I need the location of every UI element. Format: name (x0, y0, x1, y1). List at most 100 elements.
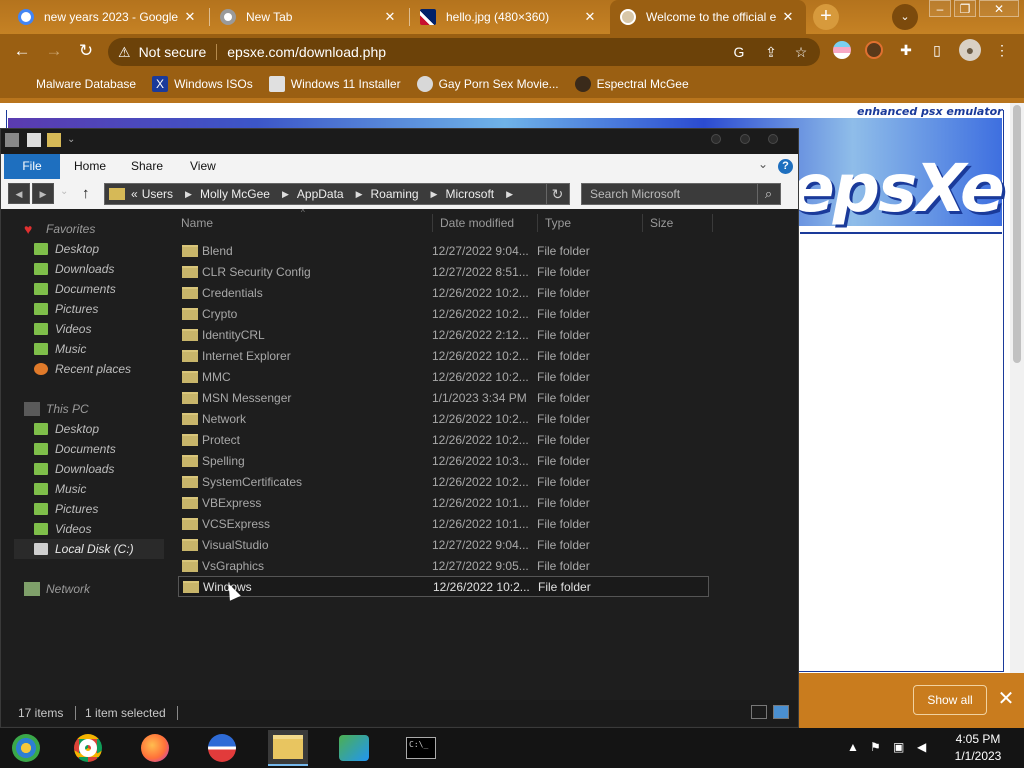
close-download-bar-button[interactable]: ✕ (997, 688, 1015, 710)
profile-avatar-icon[interactable]: ● (959, 39, 981, 61)
column-divider[interactable] (642, 214, 643, 232)
nav-favorites-documents[interactable]: Documents (34, 279, 116, 299)
window-icon[interactable] (5, 133, 19, 147)
file-row-msn-messenger[interactable]: MSN Messenger 1/1/2023 3:34 PM File folder (178, 387, 709, 408)
new-tab-button[interactable]: + (813, 4, 839, 30)
nav-favorites-desktop[interactable]: Desktop (34, 239, 99, 259)
file-row-internet-explorer[interactable]: Internet Explorer 12/26/2022 10:2... File … (178, 345, 709, 366)
file-row-protect[interactable]: Protect 12/26/2022 10:2... File folder (178, 429, 709, 450)
tab-epsxe[interactable]: Welcome to the official e ✕ (610, 0, 806, 34)
tab-file[interactable]: File (4, 154, 60, 179)
close-icon[interactable]: ✕ (382, 9, 398, 25)
reload-button[interactable]: ↻ (75, 41, 97, 63)
search-icon[interactable]: ⌕ (757, 184, 779, 204)
security-label[interactable]: Not secure (139, 44, 207, 60)
file-row-spelling[interactable]: Spelling 12/26/2022 10:3... File folder (178, 450, 709, 471)
share-icon[interactable]: ⇪ (762, 43, 780, 61)
close-icon[interactable]: ✕ (582, 9, 598, 25)
volume-icon[interactable]: ◀ (917, 740, 926, 754)
bookmark-espectral-mcgee[interactable]: Espectral McGee (574, 76, 689, 92)
chevron-right-icon[interactable]: ▶ (185, 189, 192, 200)
file-row-windows[interactable]: Windows 12/26/2022 10:2... File folder (178, 576, 709, 597)
bookmark-windows-isos[interactable]: X Windows ISOs (152, 76, 253, 92)
breadcrumb-appdata[interactable]: AppData (297, 187, 344, 201)
column-divider[interactable] (712, 214, 713, 232)
scrollbar-thumb[interactable] (1013, 105, 1021, 363)
nav-favorites-pictures[interactable]: Pictures (34, 299, 98, 319)
file-row-blend[interactable]: Blend 12/27/2022 9:04... File folder (178, 240, 709, 261)
menu-kebab-icon[interactable]: ⋮ (993, 41, 1011, 59)
page-scrollbar[interactable] (1010, 103, 1024, 673)
file-row-vsgraphics[interactable]: VsGraphics 12/27/2022 9:05... File folder (178, 555, 709, 576)
taskbar-command-prompt[interactable]: C:\_ (401, 730, 441, 766)
chevron-right-icon[interactable]: ▶ (431, 189, 438, 200)
column-header-size[interactable]: Size (650, 214, 673, 232)
nav-pc-music[interactable]: Music (34, 479, 86, 499)
breadcrumb-microsoft[interactable]: Microsoft (445, 187, 494, 201)
network-icon[interactable]: ▣ (893, 740, 904, 754)
nav-network[interactable]: Network (24, 579, 90, 599)
file-row-credentials[interactable]: Credentials 12/26/2022 10:2... File folder (178, 282, 709, 303)
close-icon[interactable]: ✕ (182, 9, 198, 25)
column-header-date[interactable]: Date modified (440, 214, 514, 232)
file-row-identitycrl[interactable]: IdentityCRL 12/26/2022 2:12... File folder (178, 324, 709, 345)
column-header-type[interactable]: Type (545, 214, 571, 232)
search-input[interactable]: Search Microsoft (581, 183, 781, 205)
chevron-right-icon[interactable]: ▶ (282, 189, 289, 200)
tab-view[interactable]: View (178, 154, 228, 179)
nav-this-pc[interactable]: This PC (24, 399, 89, 419)
warning-icon[interactable]: ⚠ (118, 44, 131, 61)
back-button[interactable]: ◀ (8, 183, 30, 204)
details-view-icon[interactable] (751, 705, 767, 719)
flag-icon[interactable]: ⚑ (870, 740, 881, 754)
bookmark-malware-database[interactable]: Malware Database (14, 76, 136, 92)
start-button[interactable] (6, 730, 46, 766)
maximize-button[interactable] (740, 134, 750, 144)
large-icons-view-icon[interactable] (773, 705, 789, 719)
tab-google-search[interactable]: new years 2023 - Google ✕ (8, 0, 208, 34)
close-icon[interactable]: ✕ (780, 9, 796, 25)
forward-button[interactable]: → (43, 41, 65, 63)
nav-favorites-music[interactable]: Music (34, 339, 86, 359)
tab-search-button[interactable]: ⌄ (892, 4, 918, 30)
show-all-button[interactable]: Show all (913, 685, 987, 715)
refresh-icon[interactable]: ↻ (546, 184, 568, 204)
chevron-right-icon[interactable]: ▶ (356, 189, 363, 200)
file-row-network[interactable]: Network 12/26/2022 10:2... File folder (178, 408, 709, 429)
clock[interactable]: 4:05 PM 1/1/2023 (938, 731, 1018, 765)
column-divider[interactable] (537, 214, 538, 232)
puzzle-icon[interactable]: ✚ (897, 41, 915, 59)
site-logo[interactable]: epsXe (790, 150, 1005, 227)
address-bar[interactable]: ⚠ Not secure epsxe.com/download.php (108, 38, 820, 66)
nav-favorites-videos[interactable]: Videos (34, 319, 91, 339)
taskbar-chrome[interactable] (68, 730, 108, 766)
taskbar-network-app[interactable] (334, 730, 374, 766)
breadcrumb-molly-mcgee[interactable]: Molly McGee (200, 187, 270, 201)
nav-pc-desktop[interactable]: Desktop (34, 419, 99, 439)
restore-button[interactable]: ❐ (954, 0, 976, 17)
tab-home[interactable]: Home (62, 154, 118, 179)
file-row-vcsexpress[interactable]: VCSExpress 12/26/2022 10:1... File folder (178, 513, 709, 534)
help-icon[interactable]: ? (778, 159, 793, 174)
nav-pc-downloads[interactable]: Downloads (34, 459, 114, 479)
tab-new-tab[interactable]: New Tab ✕ (210, 0, 408, 34)
breadcrumb-users[interactable]: Users (142, 187, 173, 201)
chevron-up-icon[interactable]: ▲ (847, 740, 859, 754)
close-window-button[interactable] (768, 134, 778, 144)
minimize-button[interactable]: – (929, 0, 951, 17)
minimize-button[interactable] (711, 134, 721, 144)
tab-hello-jpg[interactable]: hello.jpg (480×360) ✕ (410, 0, 608, 34)
nav-favorites-downloads[interactable]: Downloads (34, 259, 114, 279)
file-row-clr-security-config[interactable]: CLR Security Config 12/27/2022 8:51... Fil… (178, 261, 709, 282)
forward-button[interactable]: ▶ (32, 183, 54, 204)
file-row-mmc[interactable]: MMC 12/26/2022 10:2... File folder (178, 366, 709, 387)
extension-flag-icon[interactable] (833, 41, 851, 59)
chevron-down-icon[interactable]: ⌄ (67, 134, 75, 145)
file-row-crypto[interactable]: Crypto 12/26/2022 10:2... File folder (178, 303, 709, 324)
column-divider[interactable] (432, 214, 433, 232)
nav-pc-pictures[interactable]: Pictures (34, 499, 98, 519)
google-lens-icon[interactable]: G (730, 43, 748, 61)
bookmark-gay-porn-sex-movie[interactable]: Gay Porn Sex Movie... (416, 76, 559, 92)
bookmark-windows-11-installer[interactable]: Windows 11 Installer (268, 76, 401, 92)
close-window-button[interactable]: ✕ (979, 0, 1019, 17)
